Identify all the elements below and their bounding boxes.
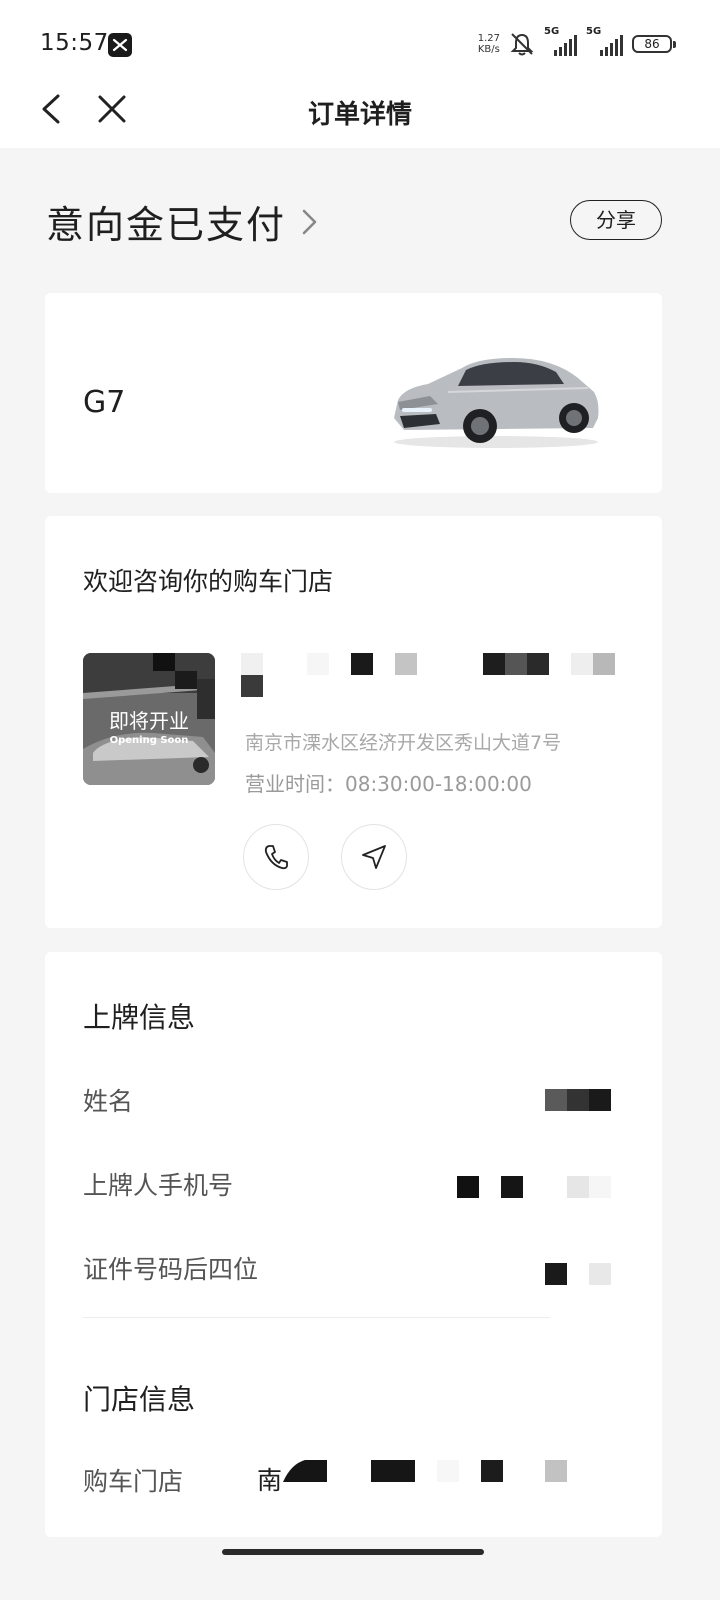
- status-time: 15:57: [40, 30, 109, 56]
- opening-soon-title: 即将开业: [109, 709, 189, 733]
- signal-1-label: 5G: [544, 26, 560, 37]
- chevron-right-icon: [302, 209, 317, 234]
- purchase-store-label: 购车门店: [83, 1467, 184, 1496]
- network-speed: 1.27 KB/s: [478, 33, 500, 55]
- network-speed-unit: KB/s: [477, 44, 500, 55]
- phone-label: 上牌人手机号: [83, 1171, 234, 1200]
- id-value-redacted: [545, 1263, 611, 1285]
- status-icons: 1.27 KB/s 5G 5G 86: [478, 26, 676, 58]
- phone-icon: [264, 845, 288, 870]
- name-value-redacted: [545, 1089, 611, 1111]
- navigation-bar: 订单详情: [0, 70, 720, 148]
- signal-2-label: 5G: [586, 26, 602, 37]
- signal-1-icon: 5G: [544, 26, 578, 56]
- store-name-redacted: [241, 653, 615, 697]
- store-hours: 营业时间：08:30:00-18:00:00: [245, 772, 532, 796]
- name-label: 姓名: [83, 1087, 134, 1116]
- home-indicator[interactable]: [222, 1549, 484, 1555]
- store-info-heading: 门店信息: [83, 1383, 196, 1416]
- silent-bell-icon: [510, 33, 534, 56]
- navigate-store-button[interactable]: [341, 824, 407, 890]
- car-image: [394, 358, 599, 448]
- network-speed-value: 1.27: [477, 33, 500, 44]
- purchase-store-value-redacted: [283, 1460, 567, 1482]
- store-card: 欢迎咨询你的购车门店 即将开业 Opening Soon 南京市溧水区经济开发区…: [45, 516, 662, 928]
- order-status-link[interactable]: 意向金已支付: [46, 194, 320, 249]
- opening-soon-subtitle: Opening Soon: [109, 735, 189, 746]
- purchase-store-value: 南: [257, 1466, 283, 1495]
- order-status-text: 意向金已支付: [46, 203, 287, 247]
- navigate-icon: [362, 845, 386, 869]
- page-title: 订单详情: [307, 100, 412, 130]
- vehicle-model: G7: [83, 385, 126, 420]
- share-button[interactable]: 分享: [570, 200, 662, 240]
- id-last-four-label: 证件号码后四位: [83, 1255, 259, 1284]
- plate-info-heading: 上牌信息: [83, 1001, 196, 1034]
- battery-icon: 86: [632, 35, 676, 53]
- phone-value-redacted: [457, 1176, 611, 1198]
- info-card: 上牌信息 姓名 上牌人手机号 证件号码后四位 门店信息 购车门店 南: [45, 952, 662, 1537]
- vehicle-card[interactable]: G7: [45, 293, 662, 493]
- app-notification-icon: [108, 33, 132, 57]
- store-address: 南京市溧水区经济开发区秀山大道7号: [245, 732, 562, 754]
- store-thumbnail[interactable]: 即将开业 Opening Soon: [83, 653, 215, 785]
- signal-2-icon: 5G: [586, 26, 624, 56]
- call-store-button[interactable]: [243, 824, 309, 890]
- store-section-heading: 欢迎咨询你的购车门店: [83, 567, 334, 596]
- section-divider: [83, 1317, 550, 1318]
